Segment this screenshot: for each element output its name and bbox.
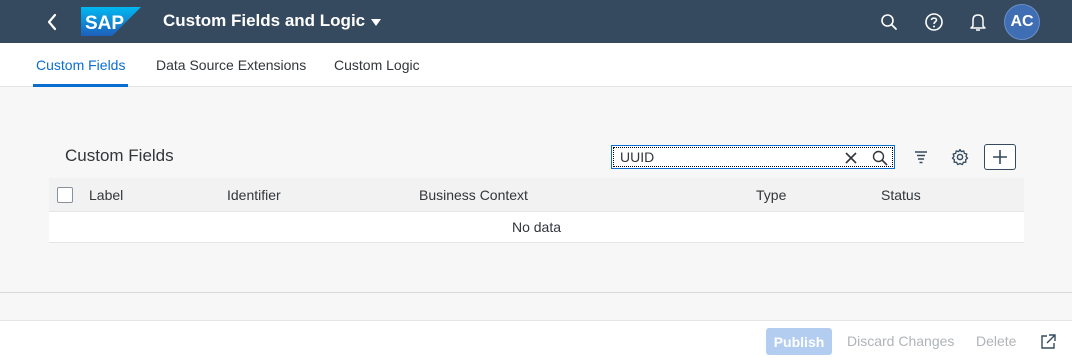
search-submit-button[interactable] xyxy=(870,148,890,168)
tab-bar: Custom Fields Data Source Extensions Cus… xyxy=(0,43,1072,87)
share-button[interactable] xyxy=(1038,331,1058,351)
search-field xyxy=(611,145,895,169)
footer-toolbar: Publish Discard Changes Delete xyxy=(0,320,1072,364)
table-empty-message: No data xyxy=(49,212,1024,243)
filter-icon xyxy=(915,151,927,164)
column-header-label[interactable]: Label xyxy=(89,178,123,212)
back-icon xyxy=(47,13,57,31)
sort-filter-button[interactable] xyxy=(908,145,934,169)
add-custom-field-button[interactable] xyxy=(984,144,1016,170)
panel-title: Custom Fields xyxy=(65,146,174,165)
search-input[interactable] xyxy=(612,147,832,167)
shell-bar: SAP Custom Fields and Logic AC xyxy=(0,0,1072,43)
publish-button[interactable]: Publish xyxy=(766,328,832,355)
column-header-type[interactable]: Type xyxy=(756,178,786,212)
plus-icon xyxy=(993,150,1007,164)
column-header-status[interactable]: Status xyxy=(881,178,921,212)
app-title-menu[interactable]: Custom Fields and Logic xyxy=(163,11,382,31)
user-avatar[interactable]: AC xyxy=(1004,4,1040,40)
share-icon xyxy=(1040,333,1056,349)
table-settings-button[interactable] xyxy=(947,145,973,169)
app-title: Custom Fields and Logic xyxy=(163,11,366,30)
close-icon xyxy=(845,152,857,164)
back-button[interactable] xyxy=(40,10,64,34)
delete-button[interactable]: Delete xyxy=(976,328,1016,355)
column-header-identifier[interactable]: Identifier xyxy=(227,178,281,212)
help-icon xyxy=(925,13,943,31)
bell-icon xyxy=(970,14,986,31)
clear-search-button[interactable] xyxy=(841,148,861,168)
tab-custom-logic[interactable]: Custom Logic xyxy=(334,43,420,87)
sap-logo: SAP xyxy=(81,7,141,36)
discard-changes-button[interactable]: Discard Changes xyxy=(847,328,954,355)
search-icon xyxy=(881,14,897,30)
tab-custom-fields[interactable]: Custom Fields xyxy=(32,43,129,87)
tab-data-source-extensions[interactable]: Data Source Extensions xyxy=(156,43,306,87)
content-divider xyxy=(0,292,1072,293)
column-header-business-context[interactable]: Business Context xyxy=(419,178,528,212)
gear-icon xyxy=(951,148,969,166)
svg-text:SAP: SAP xyxy=(85,13,124,34)
table-header: Label Identifier Business Context Type S… xyxy=(49,178,1024,212)
search-icon xyxy=(872,150,888,166)
help-button[interactable] xyxy=(922,10,946,34)
chevron-down-icon xyxy=(371,18,382,26)
shell-search-button[interactable] xyxy=(877,10,901,34)
select-all-checkbox[interactable] xyxy=(57,187,73,203)
notifications-button[interactable] xyxy=(966,10,990,34)
